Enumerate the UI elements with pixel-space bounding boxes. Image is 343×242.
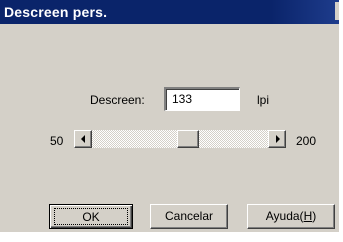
descreen-label: Descreen: bbox=[90, 93, 145, 107]
arrow-right-icon bbox=[276, 135, 280, 143]
ok-button-label: OK bbox=[82, 210, 100, 224]
descreen-dialog: Descreen pers. Descreen: 133 lpi 50 200 … bbox=[0, 0, 339, 232]
slider-min-label: 50 bbox=[50, 134, 64, 148]
scroll-right-button[interactable] bbox=[268, 130, 286, 148]
arrow-left-icon bbox=[81, 135, 85, 143]
help-button[interactable]: Ayuda(H) bbox=[247, 204, 335, 229]
unit-label: lpi bbox=[257, 93, 270, 107]
window-edge bbox=[339, 0, 343, 242]
slider-thumb[interactable] bbox=[177, 130, 200, 148]
cancel-button[interactable]: Cancelar bbox=[150, 204, 228, 229]
scroll-left-button[interactable] bbox=[74, 130, 92, 148]
descreen-slider[interactable] bbox=[74, 130, 286, 148]
slider-max-label: 200 bbox=[296, 134, 317, 148]
focus-rectangle: OK bbox=[54, 208, 128, 225]
cancel-button-label: Cancelar bbox=[164, 209, 214, 223]
window-title: Descreen pers. bbox=[4, 4, 108, 20]
title-bar[interactable]: Descreen pers. bbox=[0, 0, 339, 24]
descreen-value-input[interactable]: 133 bbox=[164, 87, 240, 111]
help-button-label: Ayuda(H) bbox=[265, 209, 317, 223]
ok-button[interactable]: OK bbox=[49, 204, 133, 229]
